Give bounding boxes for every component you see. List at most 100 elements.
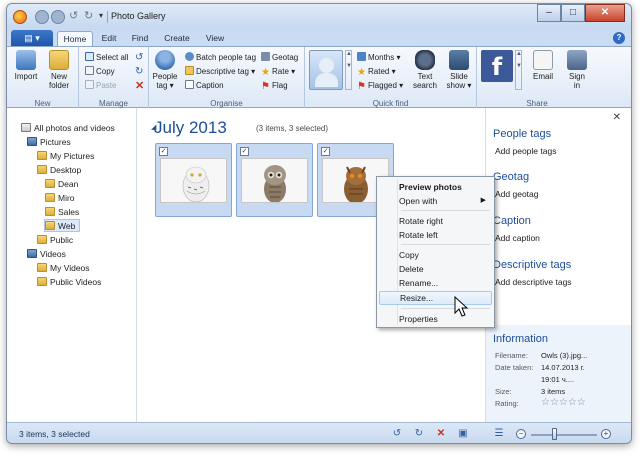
nav-item-desktop[interactable]: Desktop: [37, 164, 81, 177]
zoom-out-button[interactable]: −: [516, 429, 526, 439]
thumbnail-checkbox[interactable]: ✓: [240, 147, 249, 156]
add-people-tags-link[interactable]: Add people tags: [495, 146, 556, 156]
people-tag-button[interactable]: People tag ▾: [151, 50, 179, 90]
share-scroll[interactable]: ▲ ▼: [515, 50, 522, 90]
select-all-button[interactable]: Select all: [85, 52, 128, 64]
rated-button[interactable]: ★ Rated ▾: [357, 66, 396, 78]
minimize-button[interactable]: –: [537, 4, 561, 22]
menu-item-open-with[interactable]: Open with ▶: [379, 194, 492, 208]
menu-item-copy[interactable]: Copy: [379, 248, 492, 262]
rotate-right-button[interactable]: ↻: [135, 66, 143, 78]
zoom-slider-track[interactable]: [531, 434, 597, 436]
person-filter-scroll[interactable]: ▲ ▼: [345, 50, 352, 90]
info-row-value[interactable]: Owls (3).jpg...: [541, 351, 587, 360]
email-button[interactable]: Email: [529, 50, 557, 81]
menu-item-delete[interactable]: Delete: [379, 262, 492, 276]
group-heading[interactable]: July 2013: [154, 118, 227, 138]
nav-label: Public Videos: [50, 277, 102, 287]
new-folder-button[interactable]: New folder: [45, 50, 73, 90]
facebook-logo-button[interactable]: f: [481, 50, 513, 82]
text-search-button[interactable]: Text search: [411, 50, 439, 90]
ribbon-group-quick-find: ▲ ▼ Months ▾ ★ Rated ▾ ⚑ Flagged ▾ Text sea…: [305, 47, 477, 109]
descriptive-tag-button[interactable]: Descriptive tag ▾: [185, 66, 255, 78]
new-folder-label-1: New: [50, 72, 67, 81]
forward-icon[interactable]: [51, 10, 65, 24]
menu-item-resize[interactable]: Resize...: [379, 291, 492, 305]
rotate-left-icon[interactable]: ↺: [391, 428, 403, 440]
nav-item-all-photos[interactable]: All photos and videos: [21, 122, 115, 135]
slide-show-icon[interactable]: ▣: [457, 428, 469, 440]
group-label-share: Share: [526, 99, 548, 108]
email-label: Email: [532, 72, 553, 81]
delete-button[interactable]: ✕: [135, 80, 144, 92]
close-button[interactable]: ✕: [585, 4, 625, 22]
tab-view[interactable]: View: [201, 31, 229, 46]
details-view-icon[interactable]: ☰: [493, 428, 505, 440]
nav-item-my-videos[interactable]: My Videos: [37, 262, 90, 275]
nav-item-public-videos[interactable]: Public Videos: [37, 276, 101, 289]
nav-item-web[interactable]: Web: [44, 219, 81, 232]
rate-button[interactable]: ★ Rate ▾: [261, 66, 295, 78]
rating-stars[interactable]: ☆☆☆☆☆: [541, 397, 586, 408]
paste-button[interactable]: Paste: [85, 80, 116, 92]
thumbnail-checkbox[interactable]: ✓: [159, 147, 168, 156]
nav-item-my-pictures[interactable]: My Pictures: [37, 150, 94, 163]
nav-item-videos[interactable]: Videos: [27, 248, 66, 261]
app-menu-icon[interactable]: [13, 10, 27, 24]
slide-show-button[interactable]: Slide show ▾: [445, 50, 473, 90]
menu-separator: [401, 210, 490, 211]
delete-icon[interactable]: ✕: [435, 428, 447, 440]
help-icon[interactable]: ?: [613, 32, 625, 44]
pictures-library-icon: [27, 137, 37, 146]
add-geotag-link[interactable]: Add geotag: [495, 189, 538, 199]
tab-create[interactable]: Create: [159, 31, 195, 46]
nav-item-dean[interactable]: Dean: [45, 178, 78, 191]
person-filter-tile[interactable]: [309, 50, 343, 90]
thumbnail-checkbox[interactable]: ✓: [321, 147, 330, 156]
batch-people-tag-button[interactable]: Batch people tag: [185, 52, 256, 64]
back-icon[interactable]: [35, 10, 49, 24]
rotate-left-button[interactable]: ↺: [135, 52, 143, 64]
menu-item-preview-photos[interactable]: Preview photos: [379, 180, 492, 194]
rotate-right-icon[interactable]: ↻: [84, 10, 96, 22]
tab-home[interactable]: Home: [57, 31, 93, 46]
copy-icon: [85, 66, 94, 75]
maximize-button[interactable]: □: [561, 4, 585, 22]
nav-item-pictures[interactable]: Pictures: [27, 136, 71, 149]
quick-access-dropdown-icon[interactable]: ▾: [99, 11, 103, 20]
menu-item-rotate-left[interactable]: Rotate left: [379, 228, 492, 242]
caption-button[interactable]: Caption: [185, 80, 224, 92]
flagged-button[interactable]: ⚑ Flagged ▾: [357, 80, 403, 92]
flag-button[interactable]: ⚑ Flag: [261, 80, 288, 92]
tab-edit[interactable]: Edit: [95, 31, 123, 46]
barred-owl-image: [242, 159, 307, 202]
photo-thumbnail[interactable]: ✓: [236, 143, 313, 217]
geotag-icon: [261, 52, 270, 61]
import-button[interactable]: Import: [12, 50, 40, 81]
info-row-value[interactable]: 19:01 ч....: [541, 375, 574, 384]
nav-item-miro[interactable]: Miro: [45, 192, 75, 205]
rotate-right-icon[interactable]: ↻: [413, 428, 425, 440]
information-heading: Information: [493, 333, 549, 345]
months-button[interactable]: Months ▾: [357, 52, 400, 64]
copy-button[interactable]: Copy: [85, 66, 115, 78]
photo-thumbnail[interactable]: ✓: [155, 143, 232, 217]
menu-item-rotate-right[interactable]: Rotate right: [379, 214, 492, 228]
zoom-in-button[interactable]: +: [601, 429, 611, 439]
sign-in-button[interactable]: Sign in: [563, 50, 591, 90]
sign-in-label-2: in: [573, 81, 581, 90]
add-caption-link[interactable]: Add caption: [495, 233, 540, 243]
nav-item-sales[interactable]: Sales: [45, 206, 79, 219]
zoom-slider-thumb[interactable]: [551, 428, 557, 440]
menu-item-rename[interactable]: Rename...: [379, 276, 492, 290]
menu-item-properties[interactable]: Properties: [379, 312, 492, 326]
file-menu-button[interactable]: ▤ ▾: [11, 30, 53, 46]
tab-find[interactable]: Find: [127, 31, 153, 46]
info-row-value[interactable]: 14.07.2013 г.: [541, 363, 585, 372]
add-descriptive-tags-link[interactable]: Add descriptive tags: [495, 277, 572, 287]
geotag-button[interactable]: Geotag: [261, 52, 298, 64]
rotate-left-icon[interactable]: ↺: [69, 10, 81, 22]
nav-item-public[interactable]: Public: [37, 234, 73, 247]
info-pane-close-icon[interactable]: ✕: [613, 112, 621, 123]
batch-people-icon: [185, 52, 194, 61]
